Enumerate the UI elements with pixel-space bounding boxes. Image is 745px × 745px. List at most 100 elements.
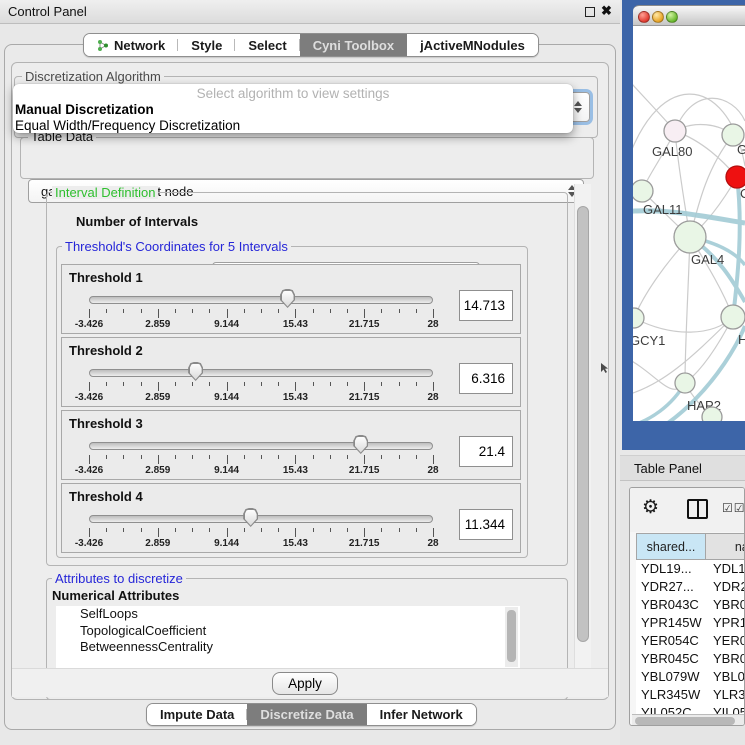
slider-tick-label: 15.43 bbox=[283, 465, 308, 476]
tab-select[interactable]: Select bbox=[235, 34, 299, 56]
subtab-infer-network[interactable]: Infer Network bbox=[367, 704, 476, 725]
slider-handle[interactable] bbox=[280, 289, 295, 308]
threshold-value-input[interactable] bbox=[459, 290, 513, 321]
table-row[interactable]: YBL079WYBL079W bbox=[636, 668, 745, 686]
panel-vertical-scrollbar[interactable] bbox=[574, 184, 591, 697]
tab-cyni-toolbox[interactable]: Cyni Toolbox bbox=[300, 34, 407, 56]
slider-track[interactable] bbox=[89, 369, 433, 377]
slider-tick-label: 28 bbox=[427, 319, 438, 330]
table-row[interactable]: YPR145WYPR145W bbox=[636, 614, 745, 632]
subtab-impute-data[interactable]: Impute Data bbox=[147, 704, 247, 725]
zoom-traffic-light-icon[interactable] bbox=[666, 11, 678, 23]
threshold-value-input[interactable] bbox=[459, 509, 513, 540]
network-node-label: GAL4 bbox=[691, 252, 724, 267]
slider-tick bbox=[381, 528, 382, 532]
slider-tick bbox=[158, 528, 159, 537]
control-panel-title: Control Panel bbox=[8, 4, 87, 19]
slider-tick bbox=[399, 455, 400, 459]
threshold-label: Threshold 4 bbox=[69, 489, 143, 504]
table-column-header[interactable]: name bbox=[706, 533, 745, 560]
slider-tick bbox=[89, 309, 90, 318]
threshold-row: Threshold 1-3.4262.8599.14415.4321.71528 bbox=[61, 264, 521, 334]
interval-definition-title: Interval Definition bbox=[52, 186, 158, 199]
slider-tick-label: 2.859 bbox=[145, 465, 170, 476]
network-node-label: GAL80 bbox=[652, 144, 692, 159]
slider-track[interactable] bbox=[89, 296, 433, 304]
table-row[interactable]: YBR043CYBR043C bbox=[636, 596, 745, 614]
slider-tick bbox=[261, 528, 262, 532]
table-column-header[interactable]: shared... bbox=[636, 533, 706, 560]
slider-track[interactable] bbox=[89, 515, 433, 523]
slider-tick bbox=[261, 382, 262, 386]
attribute-list-item[interactable]: SelfLoops bbox=[56, 606, 520, 623]
slider-handle[interactable] bbox=[353, 435, 368, 454]
attribute-list-item[interactable]: BetweennessCentrality bbox=[56, 639, 520, 656]
algorithm-option-equal-width[interactable]: Equal Width/Frequency Discretization bbox=[13, 118, 573, 134]
slider-tick bbox=[364, 528, 365, 537]
slider-tick bbox=[433, 382, 434, 391]
gear-icon[interactable]: ⚙ bbox=[642, 496, 659, 519]
slider-tick bbox=[89, 455, 90, 464]
slider-tick bbox=[433, 309, 434, 318]
tab-label: Network bbox=[114, 38, 165, 53]
table-panel-title: Table Panel bbox=[634, 461, 702, 476]
table-data-group bbox=[20, 137, 594, 179]
slider-tick bbox=[192, 309, 193, 313]
split-columns-icon[interactable] bbox=[687, 499, 708, 519]
subtab-discretize-data[interactable]: Discretize Data bbox=[247, 704, 366, 725]
slider-tick-label: -3.426 bbox=[75, 319, 103, 330]
table-cell: YLR345W bbox=[636, 686, 706, 704]
slider-tick-label: 21.715 bbox=[349, 392, 380, 403]
network-node[interactable] bbox=[702, 407, 722, 421]
table-cell: YBR045C bbox=[636, 650, 706, 668]
slider-tick bbox=[295, 309, 296, 318]
close-traffic-light-icon[interactable] bbox=[638, 11, 650, 23]
slider-handle[interactable] bbox=[243, 508, 258, 527]
table-row[interactable]: YLR345WYLR345W bbox=[636, 686, 745, 704]
slider-tick-label: -3.426 bbox=[75, 538, 103, 549]
slider-tick bbox=[364, 382, 365, 391]
attribute-list-item[interactable]: TopologicalCoefficient bbox=[56, 623, 520, 640]
threshold-value-input[interactable] bbox=[459, 363, 513, 394]
tab-label: Discretize Data bbox=[260, 707, 353, 722]
slider-tick-label: 21.715 bbox=[349, 319, 380, 330]
close-icon[interactable]: ✖ bbox=[601, 3, 612, 19]
attributes-list-scrollbar[interactable] bbox=[505, 607, 518, 667]
table-toolbar: ⚙ ☑☑ bbox=[630, 488, 744, 532]
table-row[interactable]: YIL052CYIL052C bbox=[636, 704, 745, 714]
slider-tick bbox=[158, 455, 159, 464]
float-window-icon[interactable] bbox=[585, 7, 595, 17]
minimize-traffic-light-icon[interactable] bbox=[652, 11, 664, 23]
network-window-titlebar[interactable] bbox=[633, 5, 745, 26]
network-node[interactable] bbox=[633, 308, 644, 328]
numerical-attributes-list[interactable]: SelfLoopsTopologicalCoefficientBetweenne… bbox=[56, 606, 520, 668]
slider-track[interactable] bbox=[89, 442, 433, 450]
network-node[interactable] bbox=[633, 180, 653, 202]
slider-tick bbox=[244, 455, 245, 459]
apply-button[interactable]: Apply bbox=[272, 672, 338, 695]
thresholds-title: Threshold's Coordinates for 5 Intervals bbox=[62, 240, 291, 253]
slider-tick bbox=[433, 528, 434, 537]
table-horizontal-scrollbar[interactable] bbox=[632, 714, 744, 726]
tab-label: Cyni Toolbox bbox=[313, 38, 394, 53]
table-row[interactable]: YER054CYER054C bbox=[636, 632, 745, 650]
tab-network[interactable]: Network bbox=[84, 34, 178, 56]
network-node[interactable] bbox=[674, 221, 706, 253]
algorithm-option-manual[interactable]: Manual Discretization bbox=[13, 102, 573, 118]
select-columns-icon[interactable]: ☑☑ bbox=[722, 501, 745, 515]
tab-style[interactable]: Style bbox=[178, 34, 235, 56]
threshold-value-input[interactable] bbox=[459, 436, 513, 467]
network-node[interactable] bbox=[675, 373, 695, 393]
tab-jactivemnodules[interactable]: jActiveMNodules bbox=[407, 34, 538, 56]
table-row[interactable]: YDL19...YDL19... bbox=[636, 560, 745, 578]
algorithm-prompt-item[interactable]: Select algorithm to view settings bbox=[13, 86, 573, 102]
cyni-subtabs: Impute Data Discretize Data Infer Network bbox=[146, 703, 477, 726]
table-row[interactable]: YBR045CYBR045C bbox=[636, 650, 745, 668]
network-node[interactable] bbox=[664, 120, 686, 142]
slider-tick-label: 9.144 bbox=[214, 392, 239, 403]
network-canvas[interactable]: GAL80GACGAL11GAL4GCY1HHAP2 bbox=[633, 26, 745, 421]
slider-handle[interactable] bbox=[188, 362, 203, 381]
network-node[interactable] bbox=[721, 305, 745, 329]
network-node[interactable] bbox=[726, 166, 745, 188]
table-row[interactable]: YDR27...YDR27... bbox=[636, 578, 745, 596]
